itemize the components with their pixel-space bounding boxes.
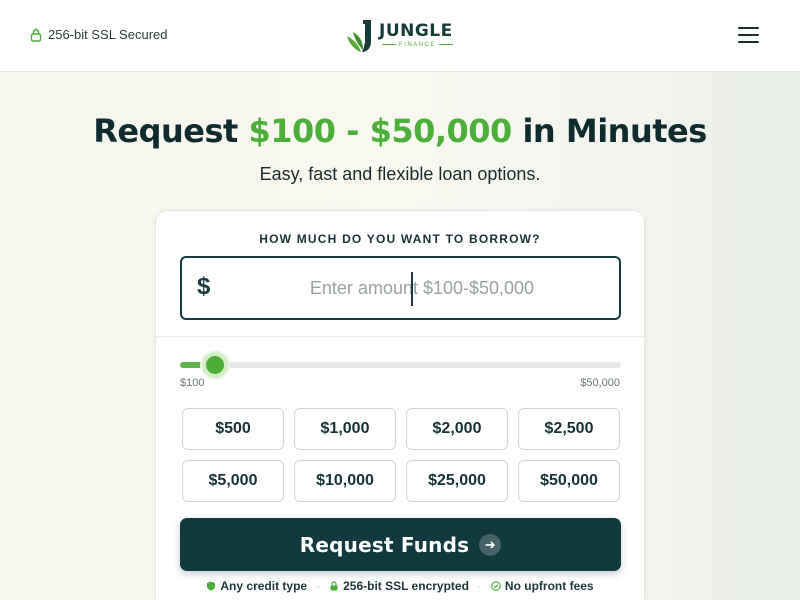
- trust-text: No upfront fees: [504, 579, 594, 593]
- trust-item-fees: No upfront fees: [491, 579, 594, 593]
- preset-button[interactable]: $10,000: [294, 460, 396, 502]
- page-title: Request $100 - $50,000 in Minutes: [0, 112, 800, 150]
- trust-badges: Any credit type · 256-bit SSL encrypted …: [156, 579, 644, 593]
- slider-thumb[interactable]: [202, 352, 229, 378]
- amount-input-box[interactable]: $: [180, 256, 621, 320]
- check-circle-icon: [491, 581, 501, 591]
- arrow-right-icon: ➜: [479, 533, 502, 556]
- preset-amounts: $500 $1,000 $2,000 $2,500 $5,000 $10,000…: [182, 408, 620, 502]
- preset-button[interactable]: $2,500: [518, 408, 620, 450]
- loan-request-card: HOW MUCH DO YOU WANT TO BORROW? $ $100 $…: [155, 210, 645, 600]
- lock-icon: [30, 28, 42, 42]
- brand-sub-text: FINANCE: [399, 41, 436, 48]
- trust-item-credit: Any credit type: [206, 579, 307, 593]
- currency-symbol: $: [197, 273, 211, 300]
- ssl-text: 256-bit SSL Secured: [48, 27, 168, 42]
- slider-min-label: $100: [180, 377, 205, 389]
- amount-slider[interactable]: [180, 352, 621, 378]
- preset-button[interactable]: $2,000: [406, 408, 508, 450]
- brand-wordmark: JUNGLE FINANCE: [379, 20, 456, 48]
- preset-button[interactable]: $50,000: [518, 460, 620, 502]
- brand-subtitle: FINANCE: [379, 42, 456, 48]
- slider-track[interactable]: [180, 362, 621, 368]
- preset-button[interactable]: $1,000: [294, 408, 396, 450]
- trust-text: Any credit type: [220, 579, 308, 593]
- shield-check-icon: [207, 581, 216, 591]
- trust-item-ssl: 256-bit SSL encrypted: [329, 579, 469, 593]
- preset-button[interactable]: $25,000: [406, 460, 508, 502]
- text-caret: [411, 272, 413, 306]
- hamburger-icon[interactable]: [738, 27, 762, 45]
- top-navbar: 256-bit SSL Secured JUNGLE FINANCE: [0, 0, 800, 72]
- brand-logo[interactable]: JUNGLE FINANCE: [343, 16, 456, 54]
- request-funds-label: Request Funds: [299, 532, 470, 557]
- leaf-logo-icon: [347, 20, 371, 52]
- request-funds-button[interactable]: Request Funds ➜: [180, 518, 621, 571]
- title-suffix: in Minutes: [511, 112, 707, 150]
- title-prefix: Request: [93, 112, 249, 150]
- divider: [156, 336, 644, 337]
- slider-max-label: $50,000: [580, 377, 620, 389]
- trust-text: 256-bit SSL encrypted: [343, 579, 469, 593]
- separator: ·: [316, 579, 321, 593]
- page-subtitle: Easy, fast and flexible loan options.: [259, 164, 541, 184]
- separator: ·: [477, 579, 482, 593]
- preset-button[interactable]: $500: [182, 408, 284, 450]
- preset-button[interactable]: $5,000: [182, 460, 284, 502]
- brand-name: JUNGLE: [379, 20, 453, 41]
- amount-input[interactable]: [242, 270, 602, 306]
- amount-question: HOW MUCH DO YOU WANT TO BORROW?: [259, 232, 541, 246]
- lock-icon: [330, 581, 338, 591]
- title-highlight: $100 - $50,000: [248, 112, 512, 150]
- ssl-badge: 256-bit SSL Secured: [30, 27, 167, 42]
